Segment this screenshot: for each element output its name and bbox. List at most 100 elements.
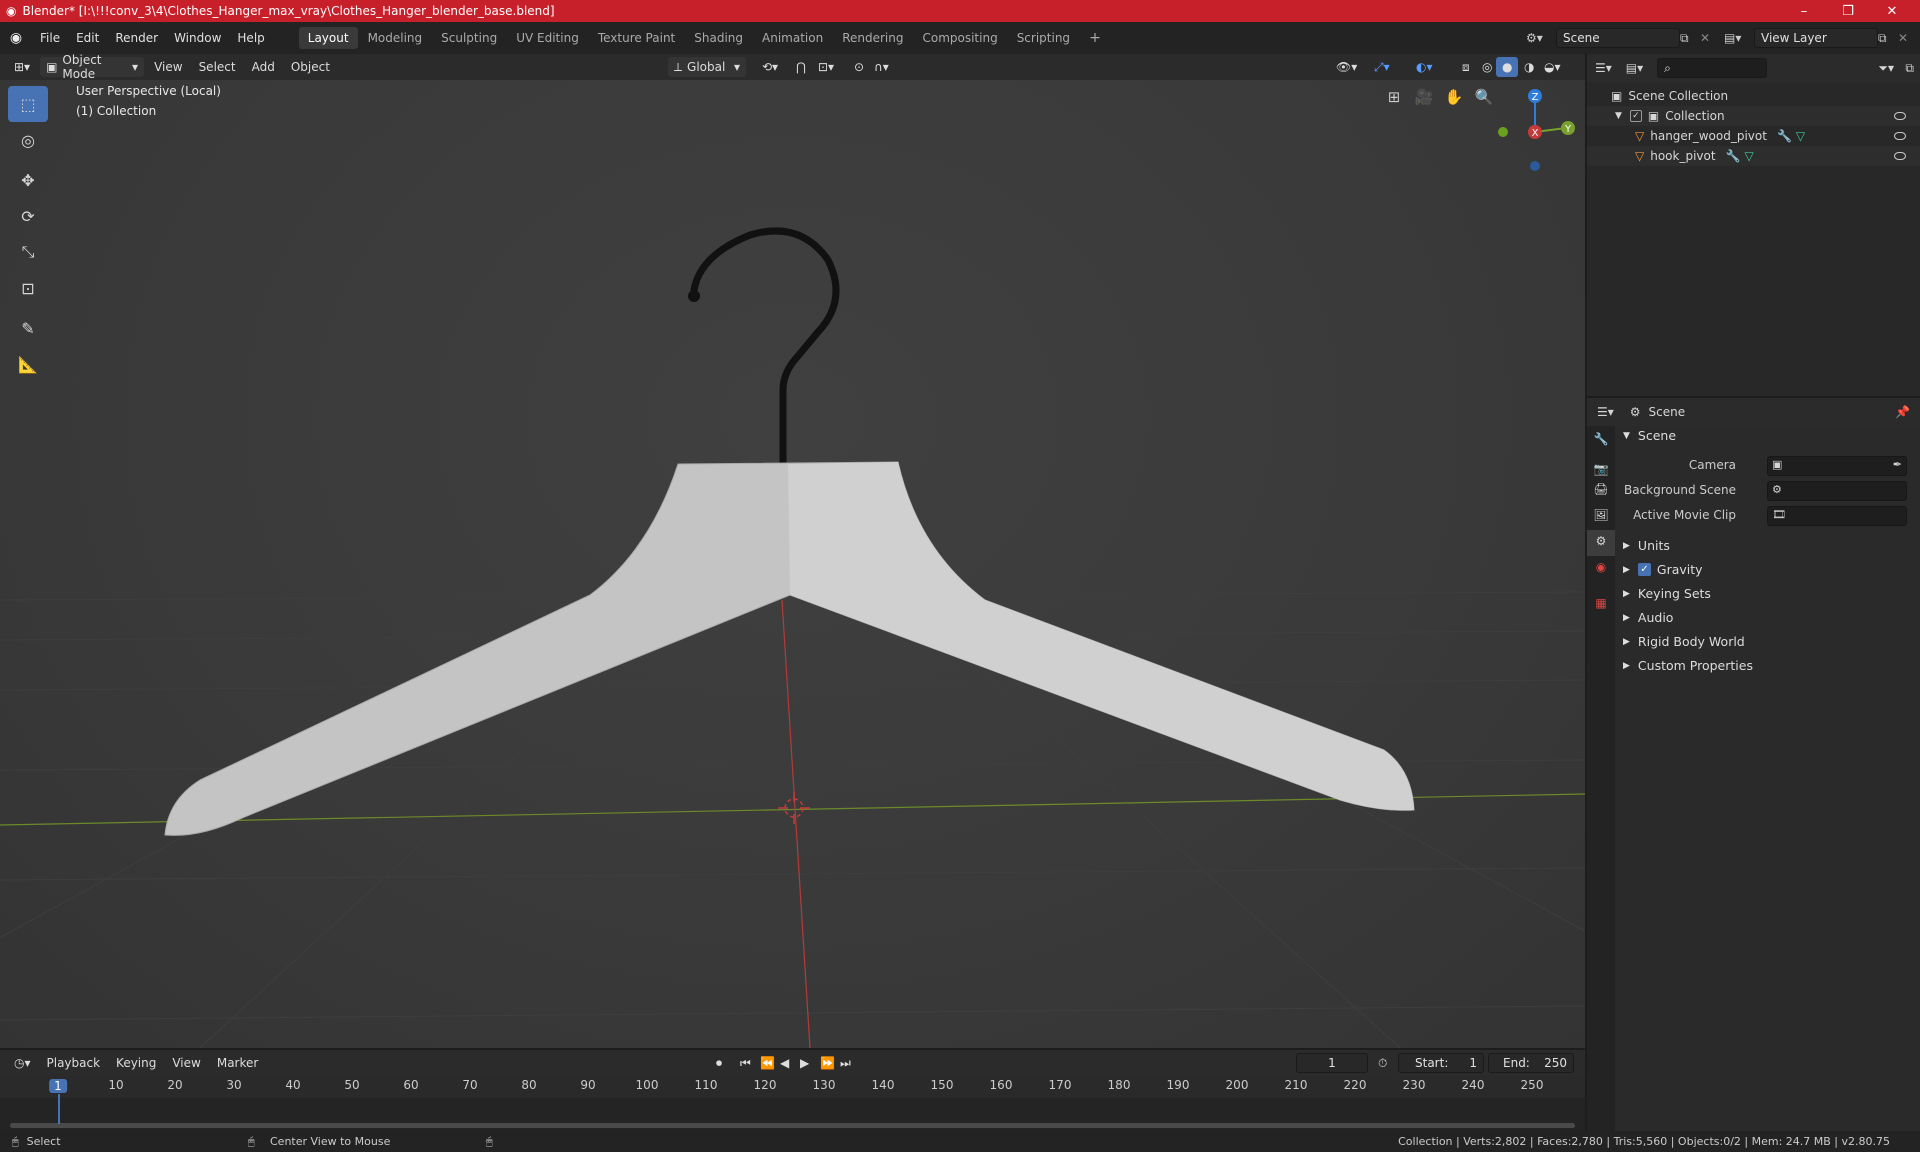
select-box-tool[interactable]: ⬚ [8, 86, 48, 122]
menu-object[interactable]: Object [285, 57, 336, 77]
background-scene-field[interactable]: ⚙ [1767, 481, 1907, 501]
mesh-data-icon[interactable]: ▽ [1745, 149, 1754, 163]
hanger-hook[interactable] [690, 227, 840, 479]
tab-modeling[interactable]: Modeling [359, 27, 432, 49]
snap-icon[interactable]: ⋂ [790, 57, 812, 77]
tab-scripting[interactable]: Scripting [1008, 27, 1079, 49]
proportional-edit-icon[interactable]: ⊙ [848, 57, 870, 77]
view-layer-field[interactable]: View Layer [1754, 28, 1878, 48]
eye-icon[interactable] [1894, 132, 1906, 140]
properties-editor-icon[interactable]: ☰▾ [1597, 405, 1614, 419]
mode-dropdown[interactable]: ▣ Object Mode ▾ [40, 53, 145, 81]
outliner-search-input[interactable]: ⌕ [1657, 58, 1768, 78]
new-view-layer-icon[interactable]: ⧉ [1878, 31, 1887, 46]
3d-cursor-icon[interactable] [778, 792, 810, 824]
rigid-body-world-panel-header[interactable]: ▶ Rigid Body World [1623, 634, 1745, 649]
active-movie-clip-field[interactable]: 🎞 [1767, 506, 1907, 526]
start-frame-field[interactable]: Start: 1 [1398, 1053, 1484, 1073]
add-workspace-button[interactable]: + [1080, 26, 1110, 50]
pin-icon[interactable]: 📌 [1895, 405, 1910, 419]
outliner-row-collection[interactable]: ▼ ✓ ▣ Collection [1587, 106, 1920, 126]
menu-file[interactable]: File [32, 31, 68, 45]
camera-field[interactable]: ▣ ✒ [1767, 456, 1907, 476]
eyedropper-icon[interactable]: ✒ [1893, 458, 1902, 471]
expand-arrow-icon[interactable]: ▼ [1615, 111, 1622, 121]
toggle-camera-ortho-icon[interactable]: ⊞ [1382, 88, 1406, 112]
pan-hand-icon[interactable]: ✋ [1442, 88, 1466, 112]
rendered-shading-icon[interactable]: ◒▾ [1538, 57, 1567, 77]
display-mode-icon[interactable]: ▤▾ [1626, 61, 1643, 75]
frame-ruler[interactable]: 1 10 20 30 40 50 60 70 80 90 100 110 120 130 140 150 160… [0, 1076, 1585, 1098]
navigation-gizmo[interactable]: Z Y X [1490, 84, 1580, 174]
solid-shading-icon[interactable]: ● [1496, 57, 1519, 77]
menu-timeline-view[interactable]: View [166, 1053, 206, 1073]
xray-icon[interactable]: ⧈ [1456, 57, 1476, 77]
overlay-toggle-icon[interactable]: ◐▾ [1410, 57, 1439, 77]
end-frame-field[interactable]: End: 250 [1488, 1053, 1574, 1073]
tab-shading[interactable]: Shading [685, 27, 752, 49]
gravity-checkbox[interactable]: ✓ [1637, 563, 1651, 576]
modifier-wrench-icon[interactable]: 🔧 [1777, 129, 1792, 143]
tab-layout[interactable]: Layout [298, 27, 358, 49]
menu-playback[interactable]: Playback [41, 1053, 107, 1073]
stopwatch-icon[interactable]: ⏱ [1378, 1056, 1387, 1071]
gizmo-toggle-icon[interactable]: ⤢▾ [1368, 57, 1396, 77]
blender-menu-icon[interactable]: ◉ [0, 30, 32, 46]
view-layer-tab-icon[interactable]: 🖼 [1587, 504, 1615, 530]
editor-type-icon[interactable]: ⊞▾ [8, 57, 36, 77]
tab-texture-paint[interactable]: Texture Paint [589, 27, 684, 49]
scene-name-field[interactable]: Scene [1556, 28, 1680, 48]
tool-tab-icon[interactable]: 🔧 [1587, 426, 1615, 452]
scene-selector-icon[interactable]: ⚙▾ [1526, 31, 1543, 45]
camera-view-icon[interactable]: 🎥 [1412, 88, 1436, 112]
maximize-button[interactable]: ❐ [1828, 0, 1868, 22]
filter-icon[interactable]: ⏷▾ [1878, 61, 1894, 76]
play-reverse-icon[interactable]: ◀ [774, 1053, 795, 1073]
menu-add[interactable]: Add [246, 57, 281, 77]
timeline-scrollbar[interactable] [0, 1122, 1585, 1128]
mesh-data-icon[interactable]: ▽ [1796, 129, 1805, 143]
tab-animation[interactable]: Animation [753, 27, 832, 49]
menu-select[interactable]: Select [193, 57, 242, 77]
tab-uv-editing[interactable]: UV Editing [507, 27, 588, 49]
view-layer-icon[interactable]: ▤▾ [1724, 31, 1741, 45]
outliner-row-scene-collection[interactable]: ▣ Scene Collection [1587, 86, 1920, 106]
audio-panel-header[interactable]: ▶ Audio [1623, 610, 1673, 625]
eye-icon[interactable] [1894, 112, 1906, 120]
proportional-falloff-icon[interactable]: ∩▾ [868, 57, 895, 77]
visibility-icon[interactable]: 👁▾ [1330, 57, 1363, 77]
tab-compositing[interactable]: Compositing [913, 27, 1006, 49]
current-frame-field[interactable]: 1 [1296, 1053, 1368, 1073]
snap-target-icon[interactable]: ⊡▾ [812, 57, 840, 77]
scene-tab-icon[interactable]: ⚙ [1587, 530, 1615, 556]
world-tab-icon[interactable]: ◉ [1587, 556, 1615, 582]
menu-window[interactable]: Window [166, 31, 229, 45]
outliner-editor-icon[interactable]: ☰▾ [1595, 61, 1612, 75]
pivot-point-icon[interactable]: ⟲▾ [756, 57, 784, 77]
scene-panel-header[interactable]: ▼ Scene [1623, 428, 1676, 443]
menu-keying[interactable]: Keying [110, 1053, 162, 1073]
render-tab-icon[interactable]: 📷 [1587, 452, 1615, 478]
timeline-editor-icon[interactable]: ◷▾ [8, 1053, 37, 1073]
close-button[interactable]: ✕ [1872, 0, 1912, 22]
current-frame-marker[interactable]: 1 [49, 1079, 67, 1093]
outliner-row-object[interactable]: ▽ hanger_wood_pivot 🔧 ▽ [1587, 126, 1920, 146]
menu-marker[interactable]: Marker [211, 1053, 264, 1073]
new-collection-icon[interactable]: ⧉ [1905, 61, 1914, 76]
menu-view[interactable]: View [148, 57, 188, 77]
delete-view-layer-icon[interactable]: ✕ [1898, 31, 1908, 45]
outliner-row-object[interactable]: ▽ hook_pivot 🔧 ▽ [1587, 146, 1920, 166]
output-tab-icon[interactable]: 🖨 [1587, 478, 1615, 504]
menu-edit[interactable]: Edit [68, 31, 107, 45]
delete-scene-icon[interactable]: ✕ [1700, 31, 1710, 45]
measure-tool[interactable]: 📐 [8, 346, 48, 382]
transform-orientation-dropdown[interactable]: ⟂ Global ▾ [668, 57, 746, 77]
new-scene-icon[interactable]: ⧉ [1680, 31, 1689, 46]
record-icon[interactable]: ⏺ [710, 1053, 728, 1073]
rotate-tool[interactable]: ⟳ [8, 198, 48, 234]
minimize-button[interactable]: – [1784, 0, 1824, 22]
play-icon[interactable]: ▶ [794, 1053, 815, 1073]
cursor-tool[interactable]: ◎ [8, 122, 48, 158]
exclude-checkbox[interactable]: ✓ [1629, 110, 1642, 122]
3d-viewport[interactable]: User Perspective (Local) (1) Collection … [0, 80, 1585, 1048]
